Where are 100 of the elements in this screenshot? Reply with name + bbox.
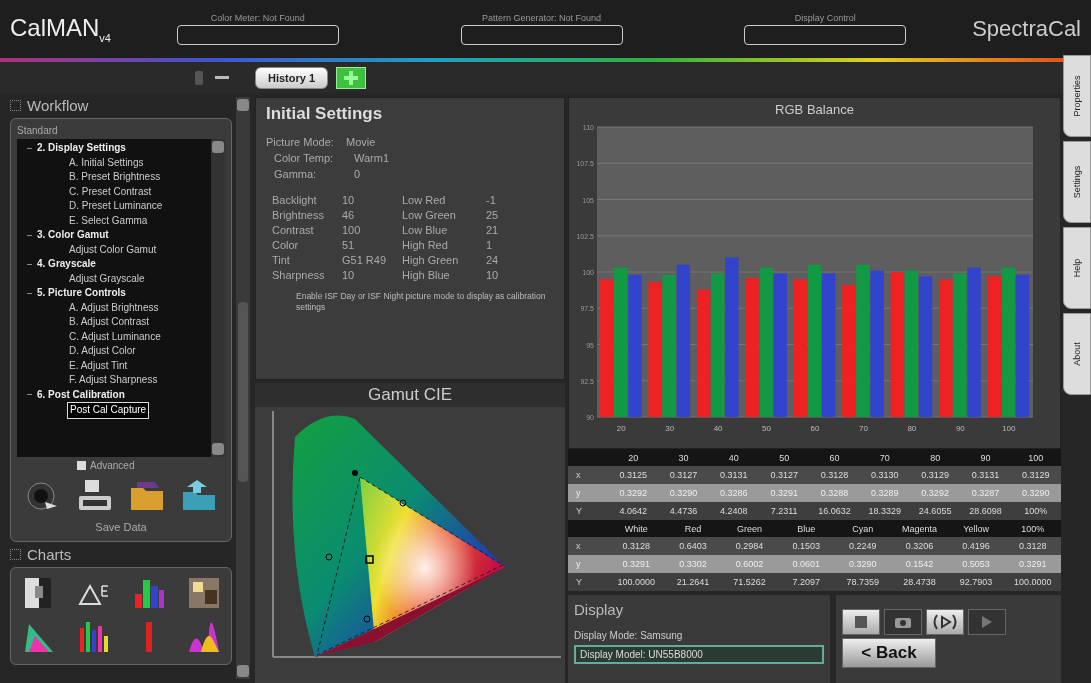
setting-value: 51 xyxy=(342,239,356,251)
workflow-preset[interactable]: Standard xyxy=(17,125,225,136)
column-header: 100 xyxy=(1027,452,1045,463)
setting-value: 25 xyxy=(486,209,500,221)
workflow-step[interactable]: B. Adjust Contrast xyxy=(67,315,152,330)
loop-play-icon xyxy=(932,614,958,630)
table-cell-text: 0.3127 xyxy=(769,470,799,480)
setting-value: 46 xyxy=(342,209,356,221)
device-status-box[interactable] xyxy=(744,25,907,45)
table-cell-text: 0.3291 xyxy=(621,559,652,569)
back-button[interactable]: < Back xyxy=(842,638,936,668)
display-model-field[interactable]: Display Model: UN55B8000 xyxy=(574,645,824,664)
table-cell-text: 0.0601 xyxy=(791,559,821,569)
table-cell-text: 78.7359 xyxy=(845,577,881,587)
axis-tick-label: 80 xyxy=(907,424,917,433)
table-cell-text: 0.3290 xyxy=(668,488,699,498)
device-label: Display Control xyxy=(794,13,856,23)
play-icon xyxy=(981,615,993,629)
table-cell-text: 28.4738 xyxy=(902,577,937,587)
workflow-step[interactable]: A. Initial Settings xyxy=(67,155,146,170)
table-cell-text: 0.2249 xyxy=(848,541,878,551)
workflow-group[interactable]: 5. Picture Controls xyxy=(27,286,211,301)
setting-label: Color xyxy=(272,239,300,251)
setting-value: 1 xyxy=(486,239,494,251)
setting-label: Low Red xyxy=(402,194,447,206)
add-button[interactable] xyxy=(336,66,367,89)
table-cell-text: 0.3288 xyxy=(819,488,850,498)
side-tab[interactable]: Settings xyxy=(1063,141,1091,223)
row-label: Y xyxy=(575,577,583,587)
workflow-step[interactable]: F. Adjust Sharpness xyxy=(67,373,160,388)
advanced-checkbox[interactable]: Advanced xyxy=(77,460,225,471)
setting-value: 10 xyxy=(342,269,356,281)
workflow-step[interactable]: C. Preset Contrast xyxy=(67,184,154,199)
workflow-step[interactable]: E. Select Gamma xyxy=(67,213,150,228)
table-cell-text: 0.3290 xyxy=(1021,488,1051,498)
column-header: 90 xyxy=(979,452,992,463)
table-cell-text: 24.6055 xyxy=(917,506,953,516)
workflow-step[interactable]: Adjust Color Gamut xyxy=(67,242,159,257)
setting-label: Gamma: xyxy=(274,168,318,180)
scrollbar[interactable] xyxy=(236,97,250,679)
workflow-step[interactable]: D. Preset Luminance xyxy=(67,199,165,214)
column-header: 80 xyxy=(929,452,942,463)
axis-tick-label: 100 xyxy=(1002,424,1016,433)
setting-label: Low Blue xyxy=(402,224,449,236)
table-cell-text: 0.3287 xyxy=(970,488,1001,498)
workflow-group[interactable]: 6. Post Calibration xyxy=(27,387,211,402)
setting-value: 21 xyxy=(486,224,500,236)
setting-label: Sharpness xyxy=(272,269,326,281)
stop-button[interactable] xyxy=(842,609,880,635)
panel-title: Workflow xyxy=(27,97,89,114)
chart-title: Gamut CIE xyxy=(255,383,565,407)
workflow-step[interactable]: D. Adjust Color xyxy=(67,344,138,359)
axis-tick-label: 90 xyxy=(955,424,965,433)
device-status-box[interactable] xyxy=(460,25,623,45)
table-cell-text: 0.3292 xyxy=(920,488,950,498)
column-header: Cyan xyxy=(851,523,875,534)
camera-button[interactable] xyxy=(884,609,922,635)
workflow-step[interactable]: A. Adjust Brightness xyxy=(67,300,161,315)
workflow-group[interactable]: 4. Grayscale xyxy=(27,257,211,272)
column-header: Magenta xyxy=(900,523,938,534)
workflow-group[interactable]: 3. Color Gamut xyxy=(27,228,211,243)
workflow-step[interactable]: Post Cal Capture xyxy=(67,402,150,419)
column-header: 100% xyxy=(1020,523,1046,534)
side-tab[interactable]: Help xyxy=(1063,227,1091,309)
workflow-group[interactable]: 2. Display Settings xyxy=(27,141,211,156)
workflow-step[interactable]: Adjust Grayscale xyxy=(67,271,147,286)
continuous-play-button[interactable] xyxy=(926,609,964,635)
settings-note: Enable ISF Day or ISF Night picture mode to display as calibration settings xyxy=(296,291,547,313)
column-header: Green xyxy=(736,523,764,534)
save-data-label: Save Data xyxy=(95,521,147,533)
table-cell-text: 0.3292 xyxy=(618,488,648,498)
table-cell-text: 100.0000 xyxy=(616,577,657,587)
column-header: Blue xyxy=(796,523,817,534)
table-cell-text: 0.3129 xyxy=(1021,470,1051,480)
side-tab[interactable]: About xyxy=(1063,313,1091,395)
setting-label: Tint xyxy=(272,254,291,266)
workflow-step[interactable]: B. Preset Brightness xyxy=(67,170,163,185)
device-status-box[interactable] xyxy=(176,25,339,45)
setting-value: 100 xyxy=(342,224,362,236)
table-cell-text: 100.0000 xyxy=(1012,577,1053,587)
table-cell-text: 0.6002 xyxy=(734,559,765,569)
workflow-step[interactable]: C. Adjust Luminance xyxy=(67,329,163,344)
display-mode: Display Mode: Samsung xyxy=(574,630,684,641)
table-cell-text: 71.5262 xyxy=(732,577,767,587)
workflow-step[interactable]: E. Adjust Tint xyxy=(67,358,130,373)
table-cell-text: 0.3302 xyxy=(678,559,708,569)
column-header: 40 xyxy=(727,452,740,463)
side-tab[interactable]: Properties xyxy=(1063,55,1091,137)
panel-title: Initial Settings xyxy=(266,104,384,124)
setting-label: High Green xyxy=(402,254,460,266)
axis-tick-label: 50 xyxy=(762,424,771,433)
setting-label: Color Temp: xyxy=(274,152,335,164)
table-cell-text: 0.3289 xyxy=(870,488,900,498)
axis-tick-label: 40 xyxy=(713,424,723,433)
table-cell-text: 0.4196 xyxy=(961,541,991,551)
table-cell-text: 0.3130 xyxy=(870,470,900,480)
history-tab[interactable]: History 1 xyxy=(255,66,329,89)
panel-title: Charts xyxy=(27,546,72,563)
scrollbar[interactable] xyxy=(211,139,225,457)
setting-label: Backlight xyxy=(272,194,318,206)
